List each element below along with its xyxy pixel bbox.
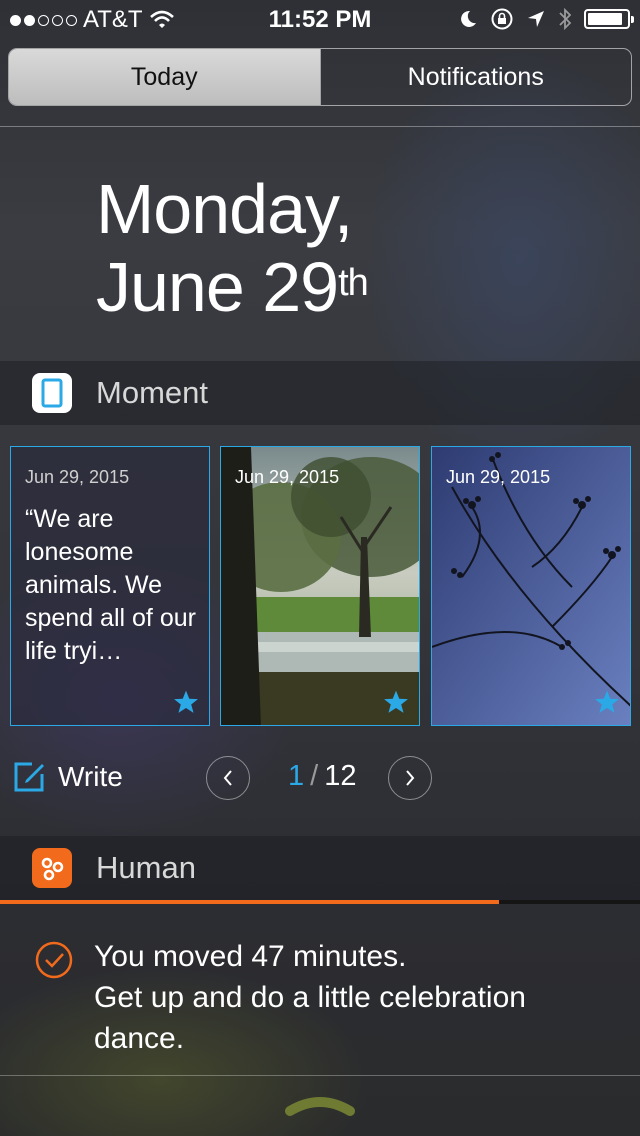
- status-icons: [458, 7, 634, 31]
- battery-icon: [584, 9, 634, 29]
- chevron-right-icon: [406, 770, 415, 786]
- date-ordinal-suffix: th: [338, 262, 369, 304]
- card-date: Jun 29, 2015: [446, 467, 551, 487]
- star-icon: [595, 690, 619, 713]
- chevron-left-icon: [223, 770, 232, 786]
- date-weekday: Monday,: [96, 170, 353, 248]
- moment-app-icon: [32, 373, 72, 413]
- previous-page-button[interactable]: [206, 756, 250, 800]
- write-button[interactable]: Write: [12, 760, 123, 794]
- next-page-button[interactable]: [388, 756, 432, 800]
- divider: [0, 1075, 640, 1076]
- moment-widget-header[interactable]: Moment: [0, 361, 640, 425]
- activity-progress-fill: [0, 900, 500, 904]
- moment-card-photo-branches[interactable]: Jun 29, 2015: [431, 446, 631, 726]
- tab-notifications[interactable]: Notifications: [319, 49, 632, 105]
- date-month-day: June 29th: [96, 248, 369, 326]
- park-photo: [221, 447, 419, 725]
- compose-icon: [14, 762, 44, 792]
- moment-card-quote[interactable]: Jun 29, 2015 “We are lonesome animals. W…: [10, 446, 210, 726]
- card-date: Jun 29, 2015: [25, 467, 130, 487]
- location-arrow-icon: [528, 11, 544, 27]
- branches-photo: [432, 447, 630, 725]
- star-icon: [384, 690, 408, 713]
- status-bar: AT&T 11:52 PM: [0, 0, 640, 40]
- page-current: 1: [288, 760, 305, 792]
- card-quote-text: “We are lonesome animals. We spend all o…: [25, 505, 196, 665]
- write-label: Write: [58, 761, 123, 792]
- view-segmented-control: Today Notifications: [8, 48, 632, 106]
- human-message-line1: You moved 47 minutes.: [94, 940, 407, 973]
- human-widget-title: Human: [96, 850, 196, 885]
- rotation-lock-icon: [491, 8, 513, 30]
- card-date: Jun 29, 2015: [235, 467, 340, 487]
- page-indicator: 1/12: [288, 760, 356, 793]
- tab-today[interactable]: Today: [9, 49, 320, 105]
- moon-icon: [461, 10, 476, 27]
- human-app-icon: [32, 848, 72, 888]
- human-message: You moved 47 minutes. Get up and do a li…: [94, 936, 614, 1059]
- human-widget-header[interactable]: Human: [0, 836, 640, 900]
- page-separator: /: [310, 760, 319, 792]
- page-total: 12: [324, 760, 357, 792]
- divider: [0, 126, 640, 127]
- bluetooth-icon: [559, 7, 572, 31]
- activity-progress-bar: [0, 900, 640, 904]
- moment-card-photo-park[interactable]: Jun 29, 2015: [220, 446, 420, 726]
- human-message-line2: Get up and do a little celebration dance…: [94, 981, 526, 1055]
- pull-up-handle-icon[interactable]: [284, 1093, 356, 1117]
- star-icon: [174, 690, 198, 713]
- check-circle-icon: [35, 941, 73, 979]
- date-heading: Monday, June 29th: [96, 170, 369, 326]
- moment-widget-title: Moment: [96, 375, 208, 410]
